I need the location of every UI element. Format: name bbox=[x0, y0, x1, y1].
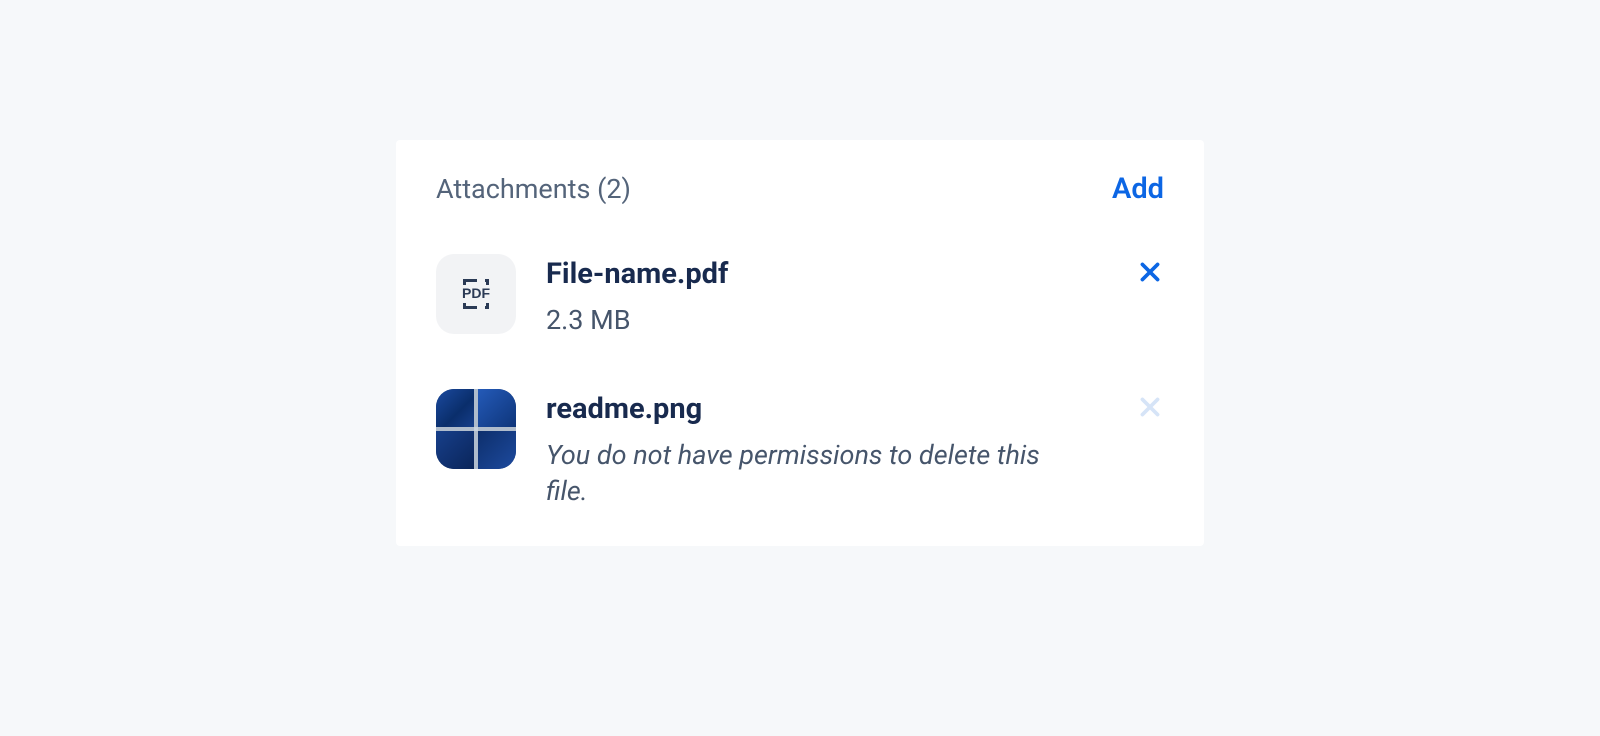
attachment-filename: File-name.pdf bbox=[546, 256, 1104, 292]
remove-attachment-button[interactable] bbox=[1134, 256, 1166, 288]
attachments-title: Attachments (2) bbox=[436, 173, 631, 205]
attachment-filename: readme.png bbox=[546, 391, 1104, 427]
pdf-file-icon: PDF bbox=[436, 254, 516, 334]
attachments-header: Attachments (2) Add bbox=[436, 172, 1164, 206]
svg-text:PDF: PDF bbox=[462, 285, 490, 301]
attachment-body: readme.png You do not have permissions t… bbox=[546, 389, 1104, 510]
attachment-meta: 2.3 MB bbox=[546, 302, 1104, 338]
close-icon bbox=[1137, 394, 1163, 420]
add-button[interactable]: Add bbox=[1112, 172, 1164, 206]
attachment-body: File-name.pdf 2.3 MB bbox=[546, 254, 1104, 339]
attachments-card: Attachments (2) Add PDF File-name.pdf 2.… bbox=[396, 140, 1204, 546]
attachment-item: PDF File-name.pdf 2.3 MB bbox=[436, 254, 1164, 339]
close-icon bbox=[1137, 259, 1163, 285]
image-thumbnail-icon bbox=[436, 389, 516, 469]
attachment-meta: You do not have permissions to delete th… bbox=[546, 437, 1066, 510]
attachment-item: readme.png You do not have permissions t… bbox=[436, 389, 1164, 510]
remove-attachment-button bbox=[1134, 391, 1166, 423]
